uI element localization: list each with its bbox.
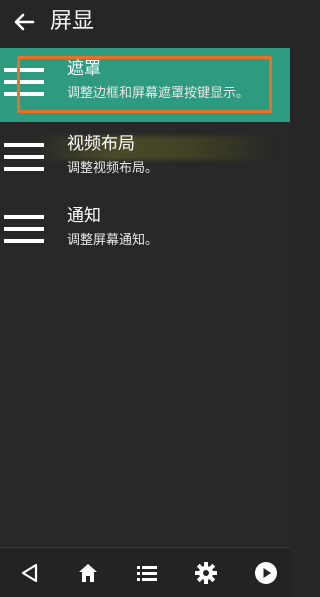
- home-button[interactable]: [75, 560, 101, 586]
- menu-item-title: 通知: [67, 206, 101, 226]
- hamburger-icon: [4, 68, 44, 100]
- list-icon: [137, 566, 157, 581]
- play-icon: [255, 562, 277, 584]
- menu-item-title: 遮罩: [67, 59, 101, 79]
- bottom-bar: [0, 547, 290, 597]
- arrow-left-icon: [14, 13, 35, 31]
- menu-item-desc: 调整边框和屏幕遮罩按键显示。: [67, 86, 250, 101]
- list-button[interactable]: [134, 560, 160, 586]
- menu-item-title: 视频布局: [67, 134, 135, 154]
- settings-screen: 屏显 遮罩 调整边框和屏幕遮罩按键显示。 视频布局 调整视频布局。 通知 调整屏…: [0, 0, 290, 597]
- hamburger-icon: [4, 143, 44, 175]
- header: 屏显: [0, 0, 290, 48]
- back-triangle-icon: [21, 563, 38, 583]
- menu-item-overlay[interactable]: 遮罩 调整边框和屏幕遮罩按键显示。: [0, 48, 290, 122]
- hamburger-icon: [4, 215, 44, 247]
- back-button[interactable]: [10, 8, 38, 36]
- menu-item-notifications[interactable]: 通知 调整屏幕通知。: [0, 195, 290, 269]
- play-button[interactable]: [253, 560, 279, 586]
- gear-icon: [195, 562, 217, 584]
- menu-item-video-layout[interactable]: 视频布局 调整视频布局。: [0, 123, 290, 197]
- settings-button[interactable]: [193, 560, 219, 586]
- back-nav-button[interactable]: [16, 560, 42, 586]
- home-icon: [79, 564, 97, 582]
- menu-item-desc: 调整屏幕通知。: [67, 233, 159, 248]
- page-title: 屏显: [50, 9, 95, 34]
- menu-item-desc: 调整视频布局。: [67, 161, 159, 176]
